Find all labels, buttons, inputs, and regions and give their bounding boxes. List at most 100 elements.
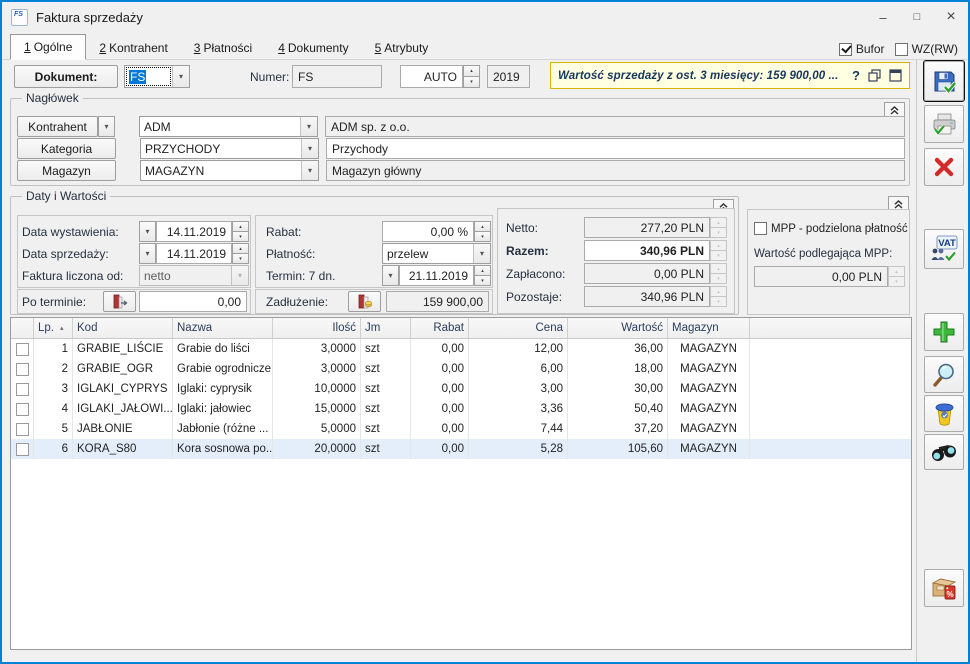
column-header-magazyn[interactable]: Magazyn <box>668 318 750 338</box>
termin-field[interactable]: 21.11.2019 <box>399 265 474 286</box>
cell-kod[interactable]: KORA_S80 <box>73 439 173 459</box>
cell-ilosc[interactable]: 5,0000 <box>273 419 361 439</box>
cell-lp[interactable]: 4 <box>34 399 73 419</box>
item-row[interactable]: 2GRABIE_OGRGrabie ogrodnicze3,0000szt0,0… <box>11 359 911 379</box>
cell-wartosc[interactable]: 37,20 <box>568 419 668 439</box>
tab-kontrahent[interactable]: 2Kontrahent <box>86 36 180 60</box>
kontrahent-button[interactable]: Kontrahent <box>17 116 98 137</box>
cell-rabat[interactable]: 0,00 <box>411 419 469 439</box>
cell-rabat[interactable]: 0,00 <box>411 439 469 459</box>
kategoria-button[interactable]: Kategoria <box>17 138 116 159</box>
cell-cena[interactable]: 7,44 <box>469 419 568 439</box>
chevron-down-icon[interactable]: ▾ <box>301 161 318 180</box>
cell-jm[interactable]: szt <box>361 359 411 379</box>
data-sprzedazy-spinner-down[interactable]: ▾ <box>232 254 249 264</box>
cell-jm[interactable]: szt <box>361 439 411 459</box>
chevron-down-icon[interactable]: ▾ <box>301 139 318 158</box>
close-button[interactable]: × <box>934 2 968 32</box>
magazyn-code-combo[interactable]: MAGAZYN ▾ <box>140 160 319 181</box>
cell-cena[interactable]: 5,28 <box>469 439 568 459</box>
cell-jm[interactable]: szt <box>361 379 411 399</box>
chevron-down-icon[interactable]: ▾ <box>300 117 317 136</box>
cell-ilosc[interactable]: 15,0000 <box>273 399 361 419</box>
cell-lp[interactable]: 6 <box>34 439 73 459</box>
cell-rabat[interactable]: 0,00 <box>411 339 469 359</box>
cell-nazwa[interactable]: Iglaki: jałowiec <box>173 399 273 419</box>
column-header-ilosc[interactable]: Ilość <box>273 318 361 338</box>
data-wystawienia-calendar-button[interactable]: ▾ <box>139 221 156 242</box>
cell-wartosc[interactable]: 105,60 <box>568 439 668 459</box>
item-row[interactable]: 1GRABIE_LIŚCIEGrabie do liści3,0000szt0,… <box>11 339 911 359</box>
row-checkbox[interactable] <box>16 423 29 436</box>
cell-wartosc[interactable]: 36,00 <box>568 339 668 359</box>
cell-nazwa[interactable]: Iglaki: cyprysik <box>173 379 273 399</box>
cell-rabat[interactable]: 0,00 <box>411 379 469 399</box>
cell-nazwa[interactable]: Jabłonie (różne ... <box>173 419 273 439</box>
column-header-nazwa[interactable]: Nazwa <box>173 318 273 338</box>
dokument-button[interactable]: Dokument: <box>14 65 118 88</box>
add-item-button[interactable] <box>924 313 964 351</box>
tab-platnosci[interactable]: 3Płatności <box>181 36 265 60</box>
save-button[interactable] <box>924 61 964 101</box>
help-icon[interactable]: ? <box>852 68 860 83</box>
row-checkbox[interactable] <box>16 343 29 356</box>
cell-rabat[interactable]: 0,00 <box>411 359 469 379</box>
column-header-kod[interactable]: Kod <box>73 318 173 338</box>
maximize-button[interactable]: □ <box>900 2 934 32</box>
cell-lp[interactable]: 5 <box>34 419 73 439</box>
column-header-rabat[interactable]: Rabat <box>411 318 469 338</box>
kontrahent-name-field[interactable]: ADM sp. z o.o. <box>325 116 905 137</box>
cell-lp[interactable]: 2 <box>34 359 73 379</box>
cell-kod[interactable]: IGLAKI_CYPRYS <box>73 379 173 399</box>
document-type-combo[interactable]: FS ▾ <box>124 65 190 88</box>
platnosc-combo[interactable]: przelew ▾ <box>382 243 491 264</box>
cell-nazwa[interactable]: Grabie do liści <box>173 339 273 359</box>
maximize-panel-icon[interactable] <box>889 69 902 82</box>
bufor-checkbox[interactable] <box>839 43 852 56</box>
cell-magazyn[interactable]: MAGAZYN <box>668 399 750 419</box>
cell-wartosc[interactable]: 50,40 <box>568 399 668 419</box>
chevron-down-icon[interactable]: ▾ <box>172 66 189 87</box>
cancel-button[interactable] <box>924 148 964 186</box>
item-row[interactable]: 6KORA_S80Kora sosnowa po...20,0000szt0,0… <box>11 439 911 459</box>
magazyn-name-field[interactable]: Magazyn główny <box>326 160 905 181</box>
cell-magazyn[interactable]: MAGAZYN <box>668 359 750 379</box>
edit-item-button[interactable] <box>924 356 964 393</box>
termin-spinner-down[interactable]: ▾ <box>474 276 491 286</box>
item-row[interactable]: 3IGLAKI_CYPRYSIglaki: cyprysik10,0000szt… <box>11 379 911 399</box>
column-header-cena[interactable]: Cena <box>469 318 568 338</box>
column-header-lp[interactable]: Lp.▴ <box>34 318 73 338</box>
po-terminie-field[interactable]: 0,00 <box>139 291 247 312</box>
tab-atrybuty[interactable]: 5Atrybuty <box>362 36 442 60</box>
termin-calendar-button[interactable]: ▾ <box>382 265 399 286</box>
cell-lp[interactable]: 3 <box>34 379 73 399</box>
cell-kod[interactable]: JABŁONIE <box>73 419 173 439</box>
cell-kod[interactable]: IGLAKI_JAŁOWI... <box>73 399 173 419</box>
cell-kod[interactable]: GRABIE_LIŚCIE <box>73 339 173 359</box>
row-checkbox[interactable] <box>16 443 29 456</box>
item-row[interactable]: 5JABŁONIEJabłonie (różne ...5,0000szt0,0… <box>11 419 911 439</box>
select-all-header[interactable] <box>11 318 34 338</box>
cell-ilosc[interactable]: 10,0000 <box>273 379 361 399</box>
print-button[interactable] <box>924 105 964 143</box>
numer-auto-field[interactable]: AUTO <box>400 65 463 88</box>
data-sprzedazy-spinner-up[interactable]: ▴ <box>232 243 249 254</box>
rabat-field[interactable]: 0,00 % <box>382 221 474 242</box>
wz-checkbox[interactable] <box>895 43 908 56</box>
minimize-button[interactable]: – <box>866 2 900 32</box>
cell-ilosc[interactable]: 3,0000 <box>273 359 361 379</box>
restore-window-icon[interactable] <box>868 69 881 82</box>
cell-magazyn[interactable]: MAGAZYN <box>668 419 750 439</box>
cell-rabat[interactable]: 0,00 <box>411 399 469 419</box>
cell-jm[interactable]: szt <box>361 339 411 359</box>
termin-spinner-up[interactable]: ▴ <box>474 265 491 276</box>
kontrahent-code-combo[interactable]: ADM ▾ <box>139 116 318 137</box>
cell-wartosc[interactable]: 18,00 <box>568 359 668 379</box>
cell-magazyn[interactable]: MAGAZYN <box>668 439 750 459</box>
data-wystawienia-spinner-down[interactable]: ▾ <box>232 232 249 242</box>
row-checkbox[interactable] <box>16 403 29 416</box>
mpp-checkbox[interactable] <box>754 222 767 235</box>
magazyn-button[interactable]: Magazyn <box>17 160 116 181</box>
kategoria-code-combo[interactable]: PRZYCHODY ▾ <box>140 138 319 159</box>
cell-magazyn[interactable]: MAGAZYN <box>668 379 750 399</box>
